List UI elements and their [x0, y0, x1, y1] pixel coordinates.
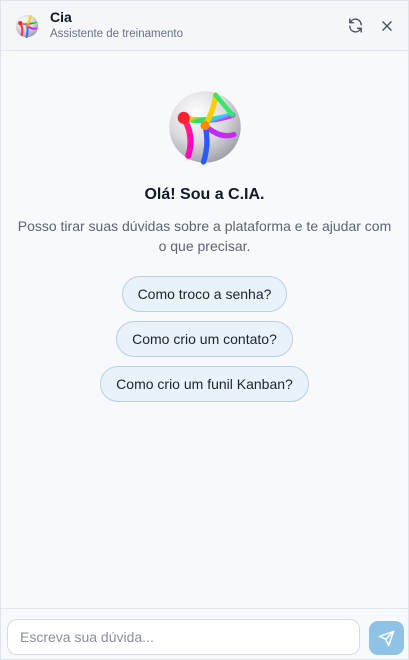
- send-button[interactable]: [369, 621, 404, 655]
- chat-header: Cia Assistente de treinamento: [1, 1, 408, 51]
- suggestion-list: Como troco a senha? Como crio um contato…: [100, 276, 309, 402]
- header-subtitle: Assistente de treinamento: [50, 28, 183, 41]
- suggestion-change-password[interactable]: Como troco a senha?: [121, 276, 288, 312]
- header-actions: [346, 17, 396, 35]
- message-input[interactable]: [7, 619, 360, 655]
- welcome-title: Olá! Sou a C.IA.: [144, 186, 265, 203]
- cia-logo-icon: [15, 14, 39, 38]
- refresh-icon: [348, 18, 362, 33]
- refresh-button[interactable]: [346, 17, 364, 35]
- header-text: Cia Assistente de treinamento: [50, 8, 183, 41]
- send-icon: [378, 630, 395, 646]
- welcome-section: Olá! Sou a C.IA. Posso tirar suas dúvida…: [1, 89, 408, 402]
- header-title: Cia: [50, 8, 72, 25]
- composer: [1, 608, 408, 659]
- close-icon: [382, 20, 392, 31]
- welcome-text: Posso tirar suas dúvidas sobre a platafo…: [17, 218, 392, 254]
- close-button[interactable]: [378, 17, 396, 35]
- cia-logo-icon: [168, 91, 241, 165]
- chat-window: Cia Assistente de treinamento Olá! Sou a…: [0, 0, 409, 660]
- suggestion-create-contact[interactable]: Como crio um contato?: [116, 321, 293, 357]
- suggestion-create-kanban-funnel[interactable]: Como crio um funil Kanban?: [100, 366, 309, 402]
